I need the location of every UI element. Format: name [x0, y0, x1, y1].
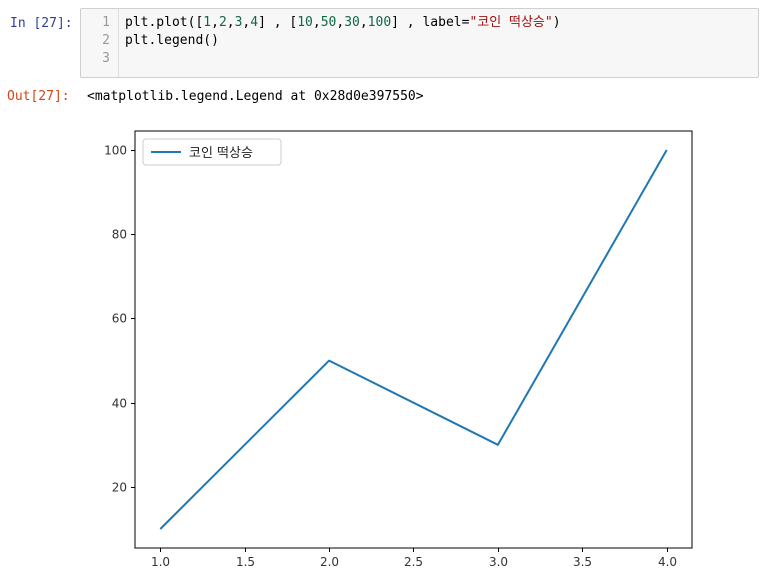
x-tick-label: 1.5: [236, 555, 255, 569]
x-tick-label: 1.0: [151, 555, 170, 569]
legend-label: 코인 떡상승: [189, 146, 253, 161]
y-tick-label: 100: [104, 144, 127, 158]
x-tick-label: 3.0: [489, 555, 508, 569]
x-tick-label: 2.0: [320, 555, 339, 569]
x-tick-label: 3.5: [573, 555, 592, 569]
y-tick-label: 20: [112, 481, 127, 495]
y-tick-label: 80: [112, 228, 127, 242]
y-tick-label: 60: [112, 312, 127, 326]
x-tick-label: 4.0: [658, 555, 677, 569]
y-tick-label: 40: [112, 397, 127, 411]
line-chart: 20 40 60 80 100 1.0 1.5 2.0 2.5 3.0 3.5 4.0 코인 떡상승: [104, 130, 693, 569]
x-tick-label: 2.5: [404, 555, 423, 569]
plot-area-frame: [134, 130, 693, 549]
